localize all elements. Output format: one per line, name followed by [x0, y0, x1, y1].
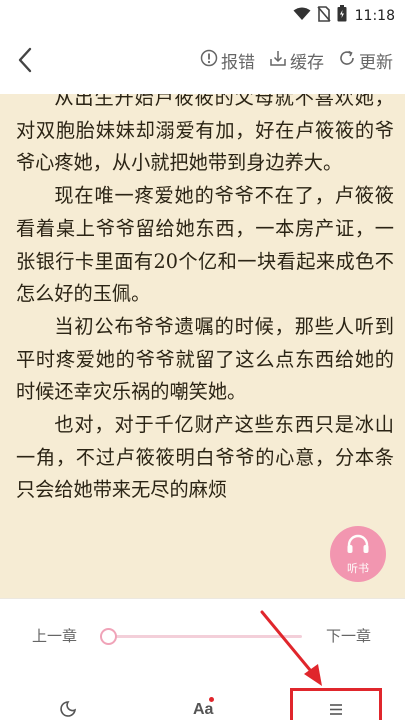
- update-label: 更新: [359, 53, 393, 73]
- wifi-icon: [293, 6, 311, 25]
- report-label: 报错: [221, 53, 255, 73]
- chapter-navigation: 上一章 下一章: [0, 621, 405, 651]
- headphones-icon: [345, 533, 371, 559]
- top-bar: 报错 缓存 更新: [0, 30, 405, 94]
- previous-chapter-button[interactable]: 上一章: [32, 625, 77, 646]
- paragraph: 现在唯一疼爱她的爷爷不在了，卢筱筱看着桌上爷爷留给她东西，一本房产证，一张银行卡…: [16, 184, 394, 306]
- paragraph: 当初公布爷爷遗嘱的时候，那些人听到平时疼爱她的爷爷就留了这么点东西给她的时候还幸…: [16, 314, 394, 404]
- paragraph: 也对，对于千亿财产这些东西只是冰山一角，不过卢筱筱明白爷爷的心意，分本条只会给她…: [16, 413, 394, 502]
- battery-icon: [337, 5, 347, 26]
- download-icon: [269, 49, 287, 72]
- next-chapter-button[interactable]: 下一章: [326, 625, 371, 646]
- progress-slider-thumb[interactable]: [100, 628, 117, 645]
- status-time: 11:18: [354, 7, 395, 24]
- font-settings-label: Aa: [193, 701, 214, 718]
- listen-label: 听书: [347, 561, 369, 575]
- font-settings-icon[interactable]: Aa: [193, 697, 214, 719]
- back-arrow-icon: [17, 47, 33, 77]
- chapter-text: 从出生开始卢筱筱的父母就不喜欢她，对双胞胎妹妹却溺爱有加，好在卢筱筱的爷爷心疼她…: [16, 94, 394, 507]
- chapter-progress-slider[interactable]: [104, 635, 302, 638]
- no-sim-icon: [317, 5, 331, 26]
- refresh-icon: [338, 49, 356, 72]
- cache-label: 缓存: [290, 53, 324, 73]
- status-bar: 11:18: [0, 0, 405, 30]
- back-button[interactable]: [10, 44, 40, 80]
- listen-book-button[interactable]: 听书: [330, 526, 386, 582]
- report-icon: [200, 49, 218, 72]
- report-error-button[interactable]: 报错: [200, 48, 255, 73]
- paragraph: 从出生开始卢筱筱的父母就不喜欢她，对双胞胎妹妹却溺爱有加，好在卢筱筱的爷爷心疼她…: [16, 94, 394, 175]
- update-button[interactable]: 更新: [338, 48, 393, 73]
- night-mode-icon[interactable]: [58, 701, 77, 720]
- cache-button[interactable]: 缓存: [269, 48, 324, 73]
- notification-dot: [209, 697, 214, 702]
- annotation-highlight-box: [290, 688, 382, 720]
- status-icons: 11:18: [293, 5, 395, 26]
- top-actions: 报错 缓存 更新: [200, 48, 393, 73]
- reader-content-area[interactable]: 从出生开始卢筱筱的父母就不喜欢她，对双胞胎妹妹却溺爱有加，好在卢筱筱的爷爷心疼她…: [0, 94, 405, 598]
